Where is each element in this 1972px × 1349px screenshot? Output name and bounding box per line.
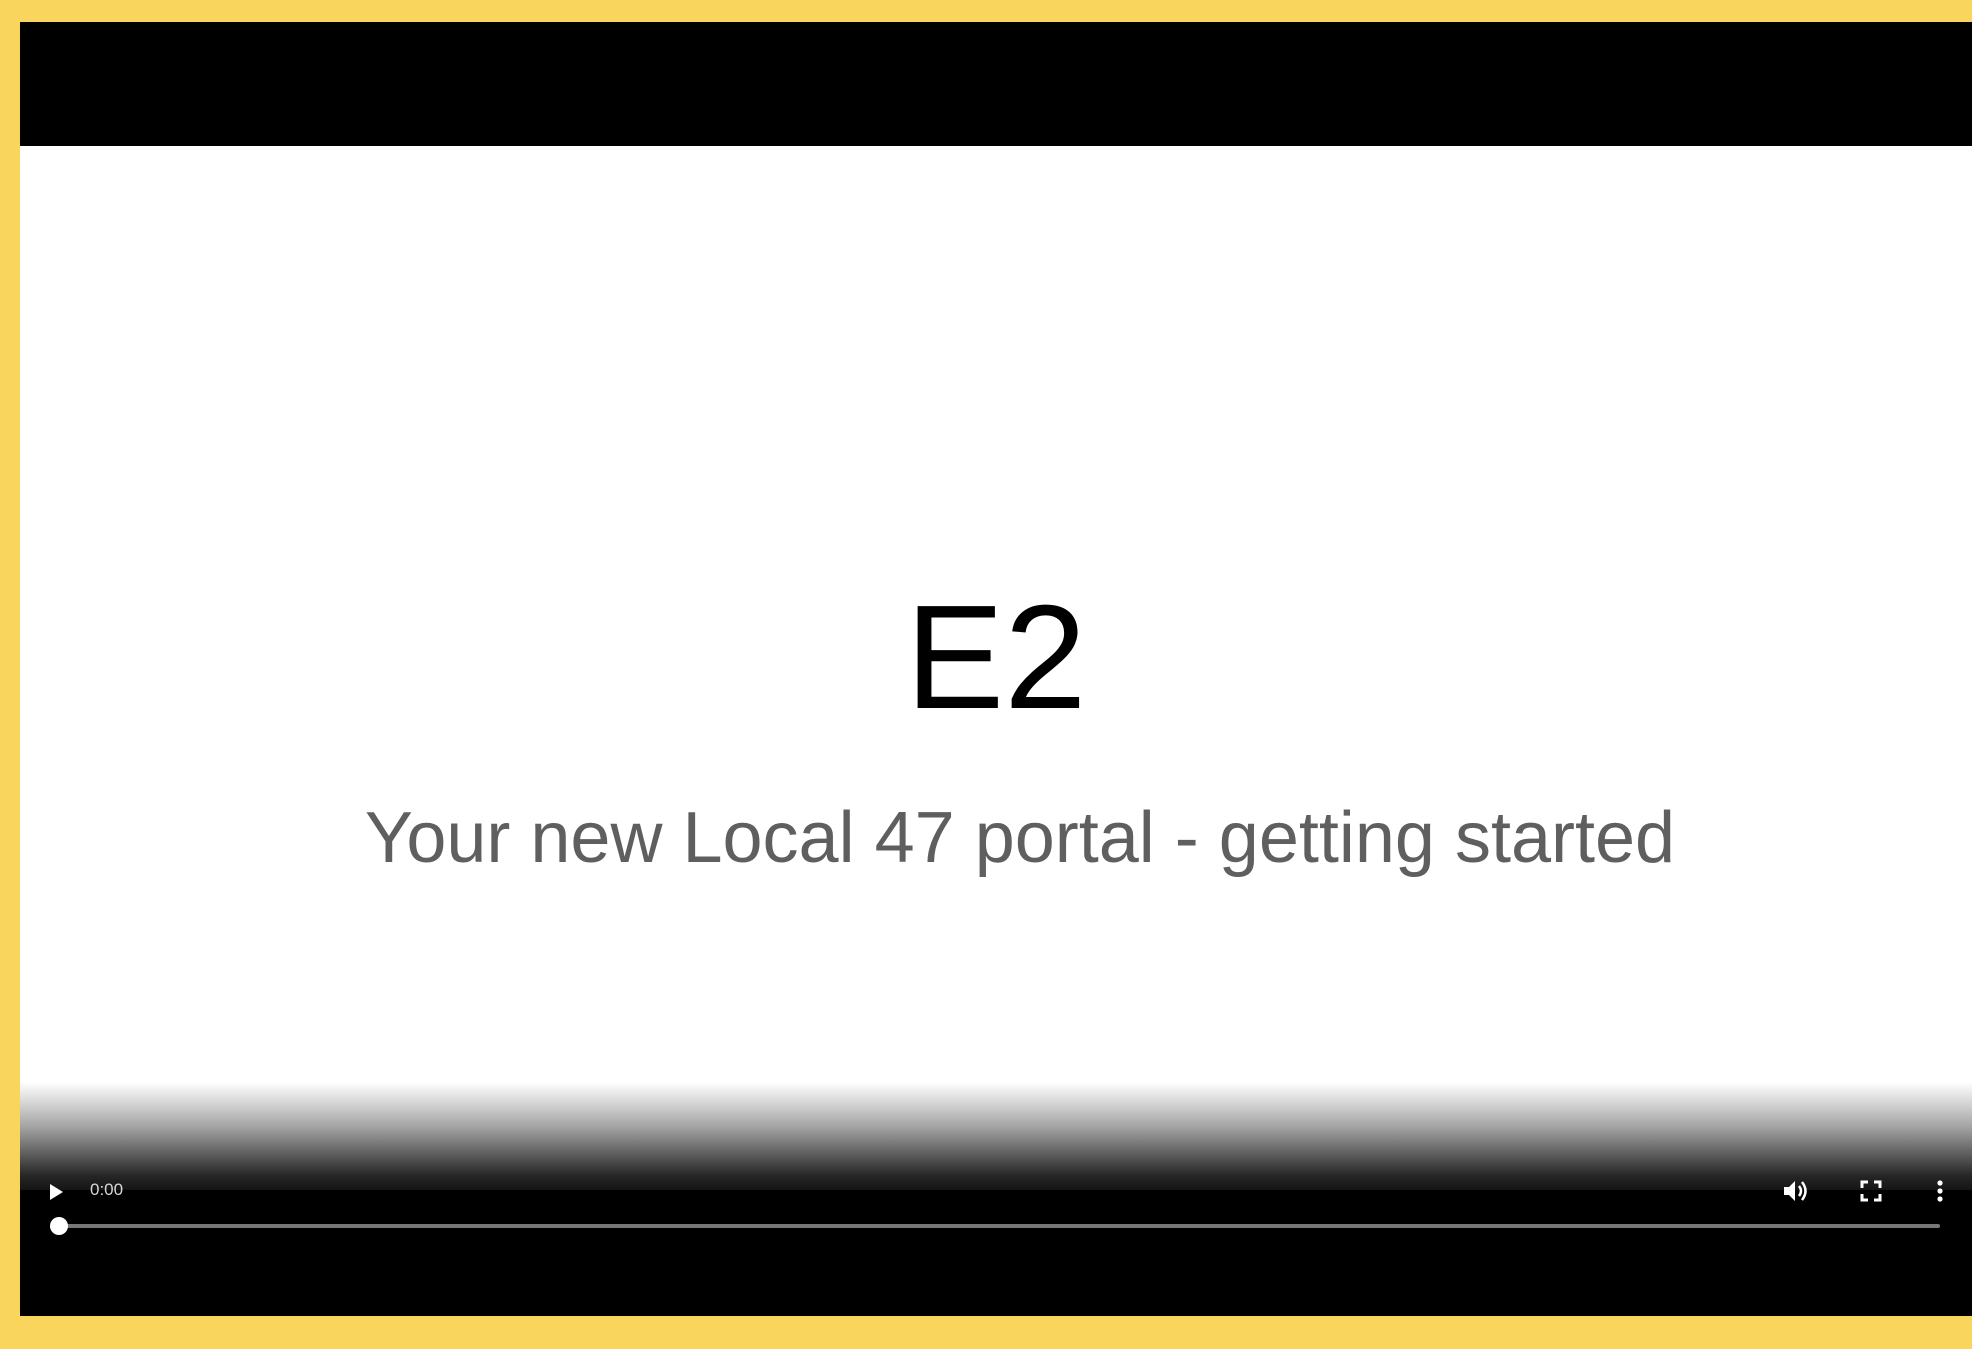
progress-thumb[interactable]: [50, 1217, 68, 1235]
slide-subtitle: Your new Local 47 portal - getting start…: [364, 798, 1676, 878]
page-frame: E2 Your new Local 47 portal - getting st…: [0, 0, 1972, 1349]
fullscreen-icon: [1860, 1180, 1882, 1202]
video-controls: 0:00: [20, 1164, 1972, 1244]
volume-button[interactable]: [1780, 1176, 1812, 1206]
fullscreen-button[interactable]: [1856, 1176, 1886, 1206]
more-options-button[interactable]: [1930, 1176, 1950, 1206]
play-icon: [50, 1184, 63, 1200]
current-time: 0:00: [90, 1180, 124, 1199]
slide-title: E2: [905, 575, 1087, 740]
more-options-icon: [1937, 1180, 1943, 1202]
video-player[interactable]: E2 Your new Local 47 portal - getting st…: [20, 22, 1972, 1316]
video-frame: E2 Your new Local 47 portal - getting st…: [20, 146, 1972, 1190]
volume-icon: [1784, 1181, 1807, 1201]
play-button[interactable]: [44, 1178, 72, 1206]
progress-bar[interactable]: [50, 1217, 1940, 1235]
